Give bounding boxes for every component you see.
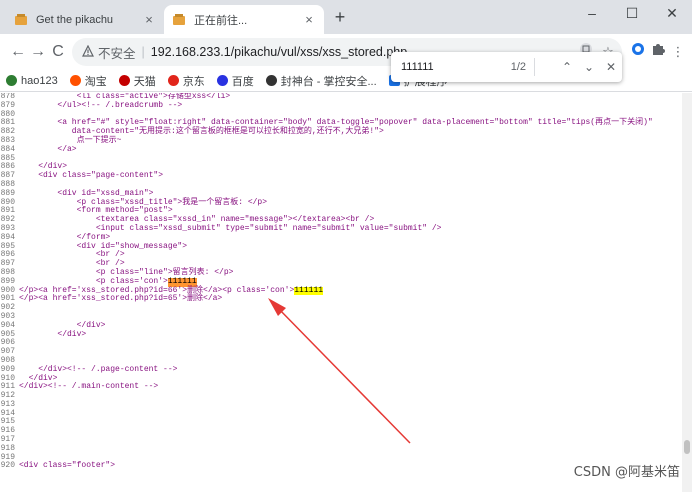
- scrollbar-thumb[interactable]: [684, 440, 690, 454]
- bookmark-fengshentai[interactable]: 封神台 - 掌控安全...: [265, 73, 377, 89]
- find-input[interactable]: 111111: [401, 61, 511, 73]
- source-line: 912: [0, 391, 682, 401]
- find-previous-icon[interactable]: ⌃: [556, 60, 578, 74]
- close-window-button[interactable]: ✕: [652, 2, 692, 26]
- source-line: 913: [0, 400, 682, 410]
- source-line: 902: [0, 303, 682, 313]
- globe-icon: [118, 75, 130, 86]
- globe-icon: [216, 75, 228, 86]
- tab-title: Get the pikachu: [36, 13, 114, 26]
- bookmark-baidu[interactable]: 百度: [216, 73, 254, 89]
- hao123-icon: [6, 75, 17, 86]
- line-code: <div class="page-content">: [19, 171, 164, 181]
- scrollbar[interactable]: [682, 93, 692, 492]
- find-divider: [534, 58, 556, 76]
- source-line: 905 </div>: [0, 329, 682, 340]
- source-line: 906: [0, 339, 682, 348]
- find-close-icon[interactable]: ✕: [600, 60, 622, 74]
- find-bar: 111111 1/2 ⌃ ⌄ ✕: [391, 52, 622, 82]
- close-tab-icon[interactable]: ×: [302, 12, 316, 27]
- source-line: 911 </div><!-- /.main-content -->: [0, 382, 682, 392]
- source-line: 918: [0, 444, 682, 454]
- bookmark-tmall[interactable]: 天猫: [118, 73, 156, 89]
- source-line: 884 </a>: [0, 144, 682, 155]
- line-number: 920: [0, 461, 15, 471]
- close-tab-icon[interactable]: ×: [142, 12, 156, 27]
- warning-icon[interactable]: [82, 44, 94, 60]
- tab-strip: Get the pikachu × 正在前往... × + – ☐ ✕: [0, 0, 692, 34]
- reload-button[interactable]: C: [46, 40, 70, 64]
- line-code: </div><!-- /.main-content -->: [19, 382, 159, 392]
- line-code: <div class="footer">: [19, 461, 116, 471]
- source-line: 909 </div><!-- /.page-content -->: [0, 365, 682, 375]
- source-line: 914: [0, 409, 682, 419]
- watermark: CSDN @阿基米笛: [573, 465, 680, 480]
- extension-circle-icon[interactable]: [628, 42, 648, 62]
- source-line: 887 <div class="page-content">: [0, 171, 682, 181]
- bookmark-taobao[interactable]: 淘宝: [69, 73, 107, 89]
- source-line: 883 点一下提示~: [0, 136, 682, 146]
- tab-loading[interactable]: 正在前往... ×: [164, 5, 324, 34]
- line-code: </a>: [19, 144, 77, 154]
- tab-title: 正在前往...: [194, 14, 248, 27]
- minimize-button[interactable]: –: [572, 2, 612, 26]
- source-line: 917: [0, 435, 682, 445]
- line-code: </ul><!-- /.breadcrumb -->: [19, 100, 183, 110]
- source-line: 907: [0, 347, 682, 357]
- find-highlight: 111111: [294, 285, 324, 296]
- extensions-puzzle-icon[interactable]: [648, 42, 668, 62]
- globe-icon: [167, 75, 179, 86]
- separator: |: [141, 45, 145, 59]
- url-text[interactable]: 192.168.233.1/pikachu/vul/xss/xss_stored…: [151, 45, 407, 59]
- bookmark-hao123[interactable]: hao123: [6, 75, 58, 87]
- tab-get-the-pikachu[interactable]: Get the pikachu ×: [6, 5, 164, 34]
- source-line: 904 </div>: [0, 321, 682, 331]
- pikachu-favicon-icon: [14, 13, 28, 27]
- source-line: 901 </p><a href='xss_stored.php?id=65'>删除…: [0, 295, 682, 304]
- insecure-label[interactable]: 不安全: [98, 43, 136, 62]
- menu-kebab-icon[interactable]: ⋮: [668, 42, 688, 62]
- find-next-icon[interactable]: ⌄: [578, 60, 600, 74]
- find-match-count: 1/2: [510, 61, 526, 73]
- globe-icon: [265, 75, 277, 86]
- line-code: </p><a href='xss_stored.php?id=65'>删除</a…: [19, 294, 223, 304]
- globe-icon: [69, 75, 81, 86]
- page-source-view: 878 <li class="active">存储型xss</li> 879 </…: [0, 93, 682, 492]
- bookmark-jd[interactable]: 京东: [167, 73, 205, 89]
- source-line: 915: [0, 418, 682, 427]
- source-line: 885: [0, 154, 682, 164]
- maximize-button[interactable]: ☐: [612, 2, 652, 26]
- line-code: </div>: [19, 329, 87, 339]
- page-favicon-icon: [172, 13, 186, 27]
- source-line: 879 </ul><!-- /.breadcrumb -->: [0, 100, 682, 111]
- new-tab-button[interactable]: +: [330, 8, 350, 28]
- source-line: 916: [0, 426, 682, 436]
